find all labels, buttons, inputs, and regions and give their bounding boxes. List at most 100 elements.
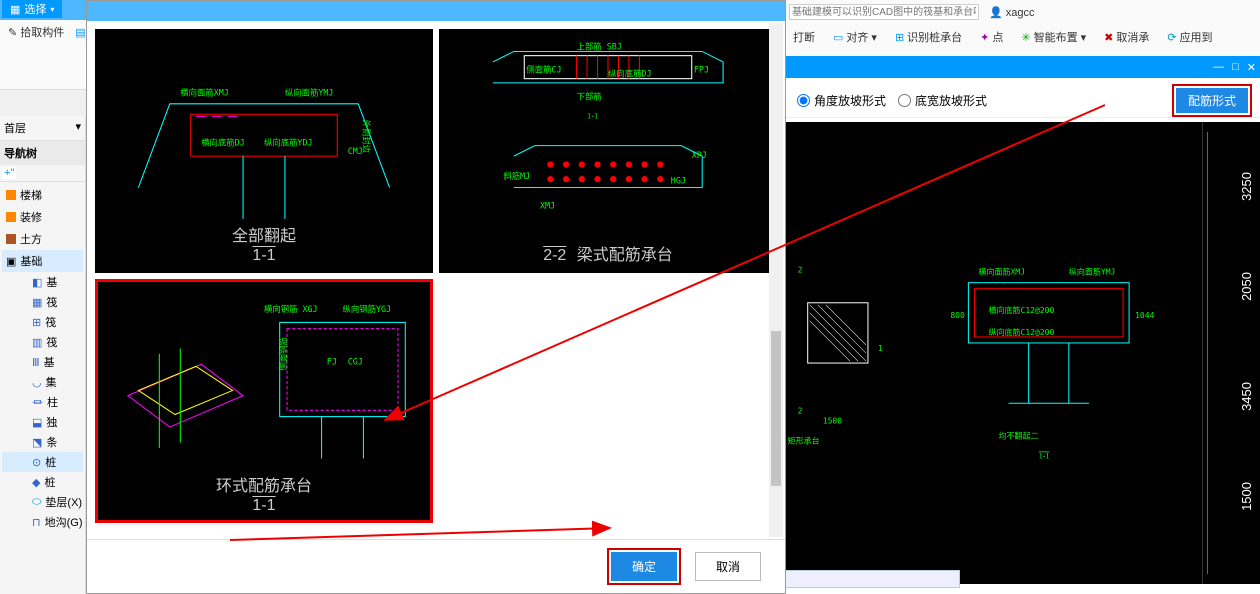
rb-smart[interactable]: ✳智能布置▾ xyxy=(1017,27,1090,47)
nav-sub[interactable]: ⬭垫层(X) xyxy=(2,492,83,512)
align-icon: ▭ xyxy=(833,31,843,44)
nav-sub-label: 垫层(X) xyxy=(45,494,82,510)
nav-sub[interactable]: ⊙桩 xyxy=(2,452,83,472)
rb-point[interactable]: ✦点 xyxy=(976,27,1007,47)
nav-sub[interactable]: ⬔条 xyxy=(2,432,83,452)
nav-sub[interactable]: ⊞筏 xyxy=(2,312,83,332)
rb-recog[interactable]: ⊞识别桩承台 xyxy=(891,27,966,47)
cad-label: 横向底筋C12@200 xyxy=(988,305,1054,315)
ruler-mark: 2050 xyxy=(1239,272,1254,301)
rb-break[interactable]: 打断 xyxy=(789,27,819,47)
rebar-type-dialog: 横向面筋XMJ 纵向面筋YMJ 外侧封边 横向底筋DJ 纵向底筋YDJ CMJ … xyxy=(86,0,786,594)
radio-bottom-slope[interactable]: 底宽放坡形式 xyxy=(898,92,987,109)
search-hint[interactable] xyxy=(789,4,979,20)
rc-title1: 矩形承台 xyxy=(788,435,820,445)
nav-sub-label: 集 xyxy=(46,374,57,390)
nav-sub[interactable]: ◡集 xyxy=(2,372,83,392)
rc-title2: 均不翻起二 xyxy=(999,430,1039,440)
pick-component-button[interactable]: ✎ 拾取构件 xyxy=(4,22,68,42)
cad-label: 上部筋 SBJ xyxy=(577,41,622,51)
floor-label: 首层 xyxy=(4,123,26,135)
nav-item-decor[interactable]: 装修 xyxy=(2,206,83,228)
item-icon: ⊞ xyxy=(32,316,41,329)
chevron-down-icon: ▾ xyxy=(75,120,81,133)
nav-sub[interactable]: ◆桩 xyxy=(2,472,83,492)
item-icon: Ⅲ xyxy=(32,356,40,369)
ruler-mark: 3450 xyxy=(1239,382,1254,411)
tab-cell[interactable] xyxy=(778,570,961,588)
nav-label: 土方 xyxy=(20,231,42,247)
scrollbar-thumb[interactable] xyxy=(771,331,781,485)
ok-button[interactable]: 确定 xyxy=(611,552,677,581)
rc-sub2: 1-1 xyxy=(1039,451,1050,460)
nav-item-foundation[interactable]: ▣基础 xyxy=(2,250,83,272)
nav-sub-label: 筏 xyxy=(45,314,56,330)
tile-diagram: 横向面筋XMJ 纵向面筋YMJ 外侧封边 横向底筋DJ 纵向底筋YDJ CMJ xyxy=(107,41,421,229)
chevron-down-icon: ▾ xyxy=(50,5,54,14)
user-label[interactable]: 👤xagcc xyxy=(985,4,1038,21)
nav-sub[interactable]: ⊓地沟(G) xyxy=(2,512,83,532)
tile-diagram: 侧面钢筋 FJ CGJ 横向钢筋 XGJ 纵向钢筋YGJ xyxy=(107,291,421,479)
scrollbar[interactable] xyxy=(769,23,783,537)
rebar-form-button[interactable]: 配筋形式 xyxy=(1176,88,1248,113)
nav-sub[interactable]: ◧基 xyxy=(2,272,83,292)
rb-align[interactable]: ▭对齐▾ xyxy=(829,27,881,47)
nav-sub[interactable]: ⏛柱 xyxy=(2,392,83,412)
cancel-button[interactable]: 取消 xyxy=(695,552,761,581)
cad-label: 纵向底筋YDJ xyxy=(264,138,313,148)
nav-item-earth[interactable]: 土方 xyxy=(2,228,83,250)
folder-icon xyxy=(6,234,16,244)
gallery-tile-ring-rebar[interactable]: 侧面钢筋 FJ CGJ 横向钢筋 XGJ 纵向钢筋YGJ 环式配筋承台 1-1 xyxy=(95,279,433,523)
floor-selector[interactable]: 首层 ▾ xyxy=(0,116,85,141)
cad-label: FPJ xyxy=(694,64,709,74)
nav-sub[interactable]: ▦筏 xyxy=(2,292,83,312)
svg-text:1-1: 1-1 xyxy=(587,111,598,120)
item-icon: ◧ xyxy=(32,276,42,289)
item-icon: ▦ xyxy=(32,296,42,309)
rb-apply[interactable]: ⟳应用到 xyxy=(1163,27,1216,47)
nav-sub-label: 柱 xyxy=(47,394,58,410)
select-icon: ▦ xyxy=(10,3,20,16)
nav-sub[interactable]: ▥筏 xyxy=(2,332,83,352)
gallery-tile-empty xyxy=(439,279,777,523)
close-icon[interactable]: ✕ xyxy=(1247,61,1256,74)
nav-sub[interactable]: ⬓独 xyxy=(2,412,83,432)
nav-item-stairs[interactable]: 楼梯 xyxy=(2,184,83,206)
rb-label: 对齐 xyxy=(846,29,868,45)
maximize-icon[interactable]: □ xyxy=(1232,61,1239,73)
cad-label: 横向面筋XMJ xyxy=(180,87,229,97)
nav-sub[interactable]: Ⅲ基 xyxy=(2,352,83,372)
ruler-mark: 1500 xyxy=(1239,482,1254,511)
dim-label: 2 xyxy=(798,406,803,415)
right-drawing-canvas[interactable]: 2 1 2 1500 矩形承台 横向面筋XMJ 纵向面筋YMJ 横向底筋C12@… xyxy=(785,122,1202,584)
cad-label: 侧面钢筋 xyxy=(278,337,288,370)
cad-label: 横向面筋XMJ xyxy=(978,267,1025,277)
add-icon[interactable]: +" xyxy=(2,167,16,179)
rb-cancel[interactable]: ✖取消承 xyxy=(1100,27,1153,47)
table-icon: ▤ xyxy=(75,26,85,39)
cad-label: 侧面筋CJ xyxy=(526,64,561,74)
right-ribbon: 👤xagcc 打断 ▭对齐▾ ⊞识别桩承台 ✦点 ✳智能布置▾ ✖取消承 ⟳应用… xyxy=(785,0,1260,60)
dim-label: 800 xyxy=(950,311,965,320)
select-tab[interactable]: ▦ 选择 ▾ xyxy=(2,0,62,18)
nav-sub-label: 基 xyxy=(46,274,57,290)
cad-label: FJ xyxy=(327,356,337,366)
radio-input[interactable] xyxy=(797,94,810,107)
minimize-icon[interactable]: — xyxy=(1213,61,1224,73)
dialog-titlebar[interactable] xyxy=(87,1,785,21)
nav-sub-label: 桩 xyxy=(44,474,55,490)
item-icon: ⏛ xyxy=(32,394,43,410)
item-icon: ⬓ xyxy=(32,416,42,429)
cancel-icon: ✖ xyxy=(1104,31,1113,44)
cad-label: XPJ xyxy=(692,150,707,160)
nav-sub-label: 独 xyxy=(46,414,57,430)
nav-label: 装修 xyxy=(20,209,42,225)
cad-label: CGJ xyxy=(348,356,363,366)
gallery-tile-beam-rebar[interactable]: 上部筋 SBJ 侧面筋CJ 纵向底筋DJ FPJ 下部筋 1-1 XPJ 斜筋M… xyxy=(439,29,777,273)
nav-tree-header: 导航树 xyxy=(0,141,85,165)
radio-angle-slope[interactable]: 角度放坡形式 xyxy=(797,92,886,109)
radio-input[interactable] xyxy=(898,94,911,107)
cad-label: 纵向底筋DJ xyxy=(608,69,652,79)
gallery-tile-all-flip[interactable]: 横向面筋XMJ 纵向面筋YMJ 外侧封边 横向底筋DJ 纵向底筋YDJ CMJ … xyxy=(95,29,433,273)
pick-label: 拾取构件 xyxy=(20,24,64,40)
